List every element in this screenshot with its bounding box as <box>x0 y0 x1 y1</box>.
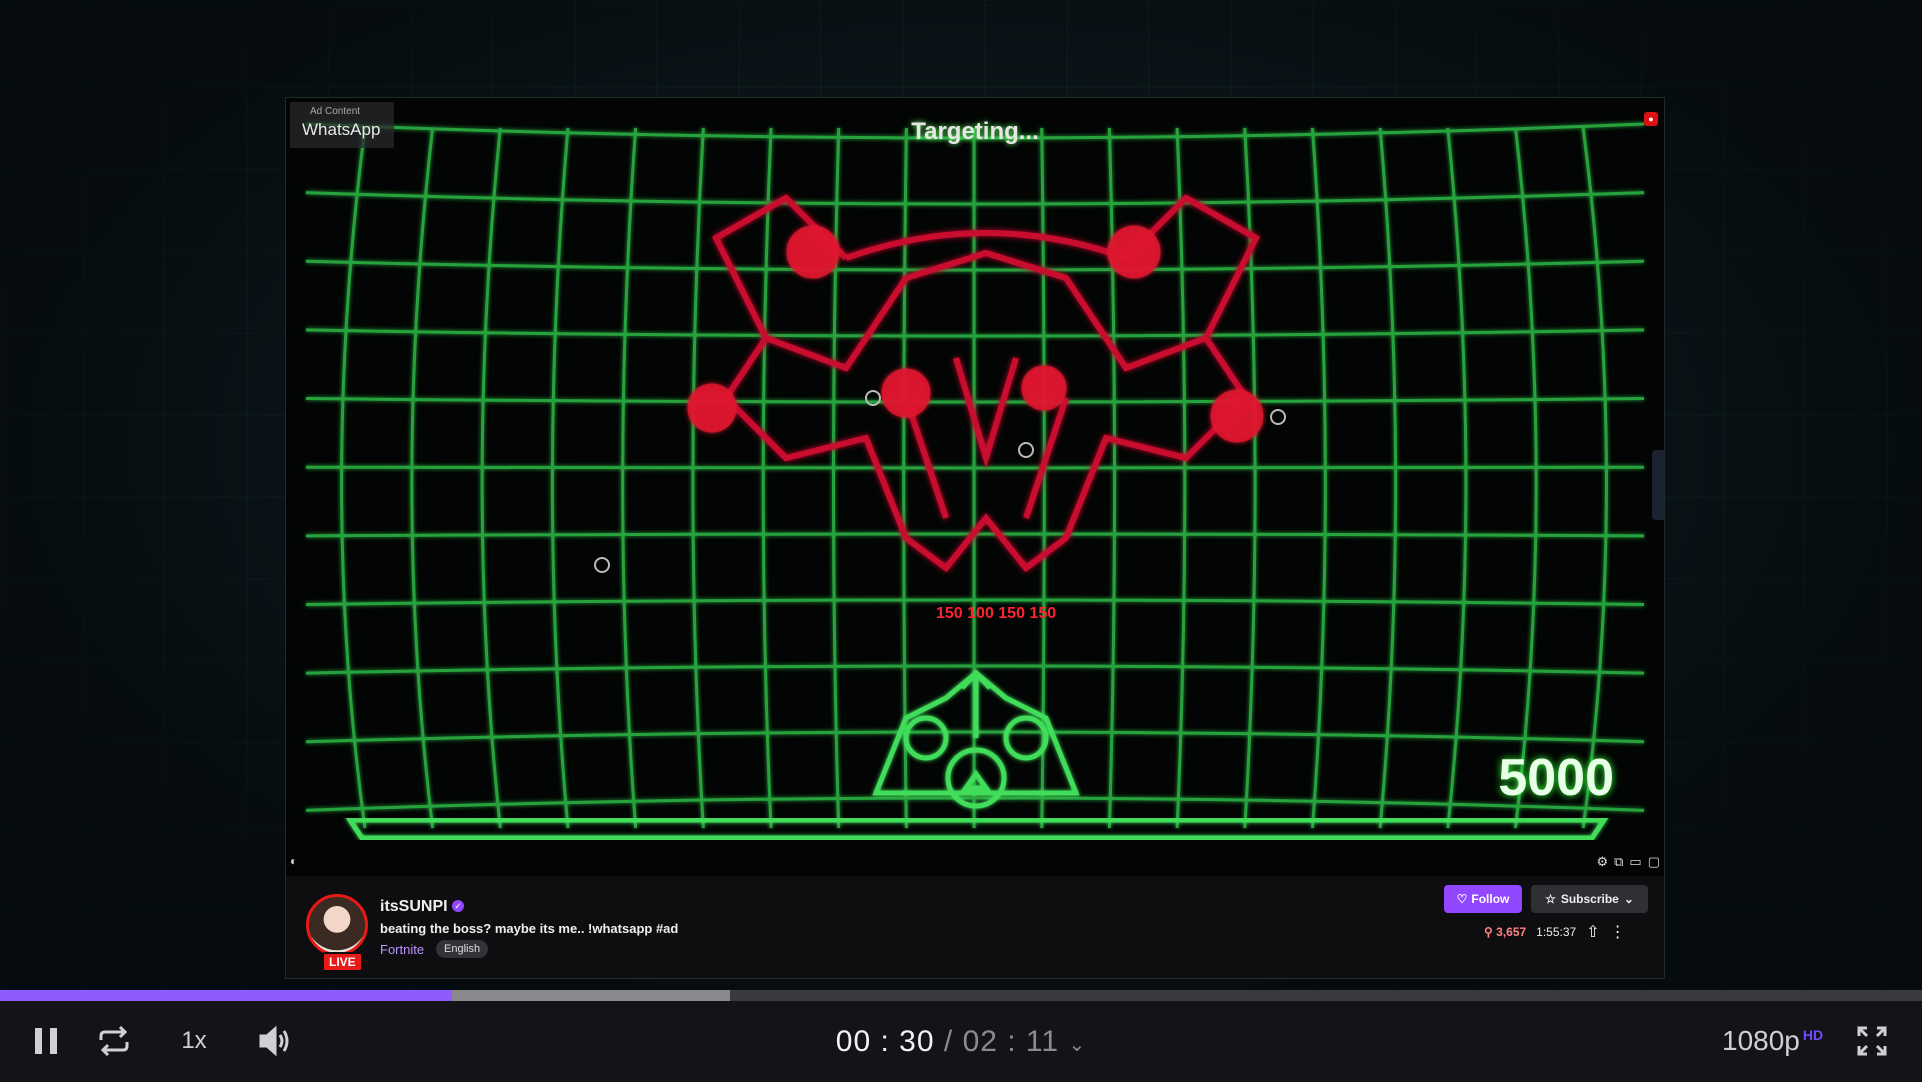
grid-line-vertical <box>1175 127 1187 829</box>
subscribe-label: Subscribe <box>1560 892 1619 906</box>
player-controls: 1x 00 : 30 / 02 : 11 ⌄ 1080p HD <box>0 1001 1922 1082</box>
side-panel-handle[interactable] <box>1652 450 1664 520</box>
viewer-icon: ⚲ <box>1484 925 1493 939</box>
fullscreen-icon <box>1857 1026 1887 1056</box>
subscribe-button[interactable]: ☆ Subscribe ⌄ <box>1531 885 1648 913</box>
follow-button[interactable]: ♡ Follow <box>1444 885 1522 913</box>
grid-line-vertical <box>1107 127 1117 829</box>
verified-icon: ✓ <box>452 900 464 912</box>
damage-numbers: 150 100 150 150 <box>936 605 1056 622</box>
more-icon[interactable]: ⋮ <box>1610 922 1626 942</box>
heart-icon: ♡ <box>1456 892 1468 906</box>
hd-badge: HD <box>1802 1026 1824 1043</box>
grid-line-vertical <box>831 127 841 829</box>
progress-bar[interactable] <box>0 990 1922 1001</box>
recording-icon: ● <box>1644 112 1658 126</box>
stream-info-bar: LIVE itsSUNPI ✓ beating the boss? maybe … <box>286 876 1664 978</box>
grid-line-vertical <box>1514 127 1538 829</box>
grid-line-vertical <box>1446 127 1468 829</box>
viewer-count: ⚲ 3,657 <box>1484 925 1526 939</box>
current-time: 00 : 30 <box>835 1025 935 1058</box>
stream-title: beating the boss? maybe its me.. !whatsa… <box>380 921 679 936</box>
quality-button[interactable]: 1080p HD <box>1722 1025 1823 1057</box>
language-tag[interactable]: English <box>436 940 489 958</box>
floor-bar <box>345 817 1609 841</box>
game-scene: 150 100 150 150 <box>305 122 1645 841</box>
avatar[interactable] <box>306 894 368 956</box>
video-brightness-icon[interactable]: ◐ <box>290 854 297 868</box>
grid-line-vertical <box>691 127 705 829</box>
grid-line-vertical <box>550 127 570 829</box>
stream-window: 150 100 150 150 Ad Content WhatsApp Targ… <box>286 98 1664 978</box>
duration: 02 : 11 <box>962 1025 1060 1058</box>
clip-icon[interactable]: ⧉ <box>1614 854 1623 870</box>
score-display: 5000 <box>1498 749 1614 807</box>
grid-line-vertical <box>1310 127 1327 829</box>
grid-line-vertical <box>621 127 638 829</box>
viewer-count-value: 3,657 <box>1496 925 1527 939</box>
channel-name[interactable]: itsSUNPI <box>380 898 448 916</box>
theatre-icon[interactable]: ▭ <box>1629 854 1641 870</box>
category-link[interactable]: Fortnite <box>380 942 424 957</box>
grid-line-vertical <box>340 127 367 829</box>
chevron-down-icon[interactable]: ⌄ <box>1068 1034 1086 1056</box>
star-icon: ☆ <box>1545 892 1556 906</box>
grid-line-vertical <box>761 127 773 829</box>
settings-icon[interactable]: ⚙ <box>1596 854 1608 870</box>
ad-label: Ad Content <box>310 106 361 117</box>
share-icon[interactable]: ⇧ <box>1586 922 1599 942</box>
time-display: 00 : 30 / 02 : 11 ⌄ <box>0 1025 1922 1059</box>
follow-label: Follow <box>1471 892 1510 906</box>
stream-stats: ⚲ 3,657 1:55:37 ⇧ ⋮ <box>1484 922 1626 942</box>
targeting-text: Targeting... <box>911 118 1039 145</box>
time-separator: / <box>943 1025 954 1058</box>
fullscreen-small-icon[interactable]: ▢ <box>1648 854 1660 870</box>
grid-line-vertical <box>1581 127 1608 829</box>
grid-line-vertical <box>1378 127 1398 829</box>
progress-played <box>0 990 452 1001</box>
grid-line-vertical <box>480 127 502 829</box>
fullscreen-button[interactable] <box>1850 1019 1894 1063</box>
quality-value: 1080p <box>1722 1025 1800 1056</box>
uptime: 1:55:37 <box>1536 925 1577 939</box>
live-badge: LIVE <box>322 952 363 972</box>
grid-line-horizontal <box>305 465 1645 470</box>
grid-line-vertical <box>410 127 435 829</box>
video-overlay-controls: ⚙ ⧉ ▭ ▢ <box>1596 854 1660 870</box>
chevron-down-icon: ⌄ <box>1623 892 1634 906</box>
video-area[interactable]: 150 100 150 150 Ad Content WhatsApp Targ… <box>286 98 1664 876</box>
